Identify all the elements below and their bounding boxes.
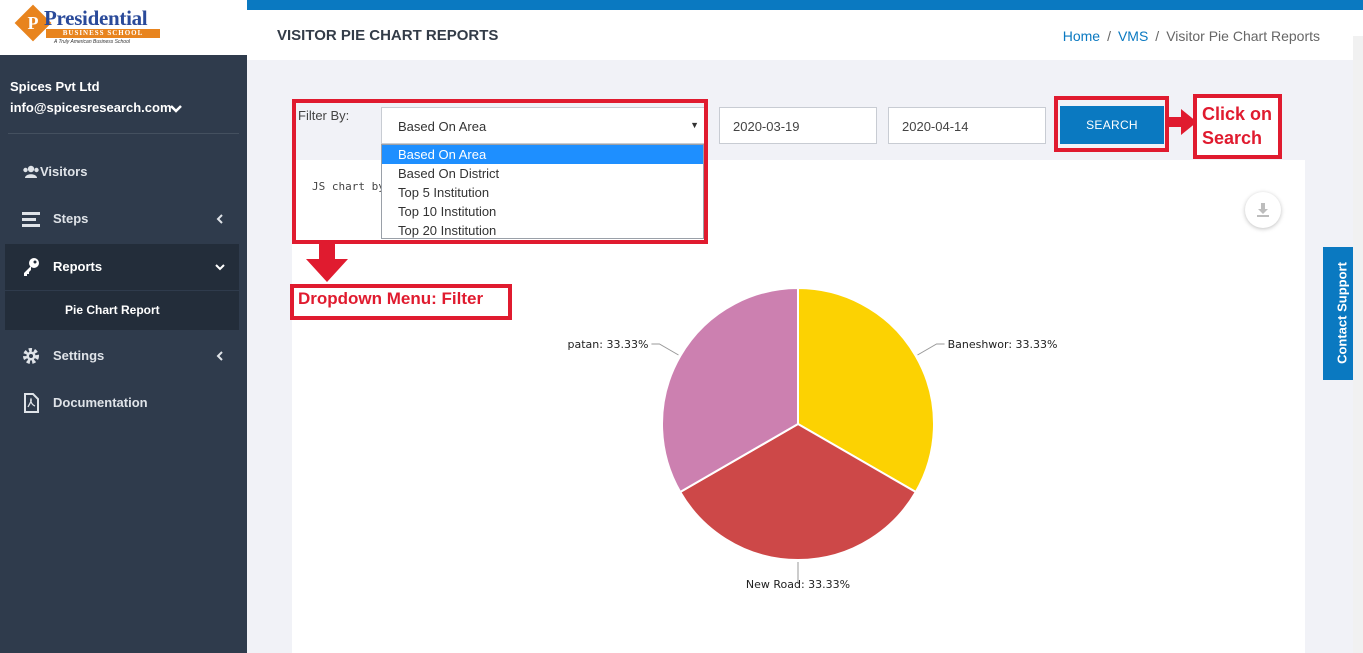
sidebar-item-reports[interactable]: Reports xyxy=(5,244,239,290)
breadcrumb-current: Visitor Pie Chart Reports xyxy=(1166,28,1320,44)
sidebar-divider xyxy=(8,133,239,134)
date-from-input[interactable]: 2020-03-19 xyxy=(719,107,877,144)
annotation-click-line: Search xyxy=(1202,128,1263,148)
breadcrumb-separator: / xyxy=(1107,28,1111,44)
sidebar-item-steps[interactable]: Steps xyxy=(5,196,239,242)
sidebar-item-settings[interactable]: Settings xyxy=(5,333,239,379)
arrow-down-icon xyxy=(306,241,348,282)
logo-title: Presidential xyxy=(44,6,148,30)
chevron-left-icon xyxy=(216,214,223,224)
pie-slice-label: Baneshwor: 33.33% xyxy=(948,338,1058,351)
sidebar-item-label: Steps xyxy=(53,211,89,226)
sidebar-item-label: Documentation xyxy=(53,395,148,410)
breadcrumb: Home / VMS / Visitor Pie Chart Reports xyxy=(1063,28,1320,44)
chevron-down-icon xyxy=(215,264,225,271)
logo-band: BUSINESS SCHOOL xyxy=(46,29,160,38)
date-to-input[interactable]: 2020-04-14 xyxy=(888,107,1046,144)
annotation-filter-highlight xyxy=(292,99,708,244)
sidebar-subitem-label: Pie Chart Report xyxy=(65,303,160,317)
sidebar-item-label: Settings xyxy=(53,348,105,363)
chevron-left-icon xyxy=(216,351,223,361)
pdf-file-icon xyxy=(24,393,39,413)
top-accent-bar xyxy=(247,0,1363,10)
breadcrumb-home-link[interactable]: Home xyxy=(1063,28,1100,44)
breadcrumb-vms-link[interactable]: VMS xyxy=(1118,28,1148,44)
page-title: VISITOR PIE CHART REPORTS xyxy=(277,27,499,44)
key-icon xyxy=(24,258,39,276)
chevron-down-icon[interactable] xyxy=(168,101,184,117)
pie-leader-line xyxy=(917,343,945,356)
sidebar: P Presidential BUSINESS SCHOOL A Truly A… xyxy=(0,0,247,653)
logo-letter: P xyxy=(27,13,39,33)
sidebar-item-visitors[interactable]: Visitors xyxy=(5,149,239,195)
contact-support-label: Contact Support xyxy=(1334,262,1350,364)
pie-slice-label: patan: 33.33% xyxy=(568,338,649,351)
users-icon xyxy=(23,165,39,178)
page-header: VISITOR PIE CHART REPORTS Home / VMS / Visit… xyxy=(247,10,1363,60)
pie-leader-line xyxy=(651,343,679,356)
sidebar-item-documentation[interactable]: Documentation xyxy=(5,380,239,426)
logo[interactable]: P Presidential BUSINESS SCHOOL A Truly A… xyxy=(0,0,247,55)
pie-slice-label: New Road: 33.33% xyxy=(746,578,850,591)
breadcrumb-separator: / xyxy=(1155,28,1160,44)
sidebar-item-label: Reports xyxy=(53,259,103,274)
scrollbar[interactable] xyxy=(1353,36,1363,653)
company-name: Spices Pvt Ltd xyxy=(10,79,100,94)
annotation-search-highlight xyxy=(1054,96,1169,152)
annotation-click-text: Click on Search xyxy=(1202,102,1272,150)
gear-icon xyxy=(23,348,39,364)
logo-tagline: A Truly American Business School xyxy=(54,39,130,45)
list-icon xyxy=(22,212,40,227)
sidebar-item-label: Visitors xyxy=(40,164,88,179)
user-email[interactable]: info@spicesresearch.com xyxy=(10,100,172,115)
annotation-dropdown-text: Dropdown Menu: Filter xyxy=(298,289,484,308)
annotation-click-line: Click on xyxy=(1202,104,1273,124)
sidebar-subitem-pie-chart-report[interactable]: Pie Chart Report xyxy=(5,291,239,330)
